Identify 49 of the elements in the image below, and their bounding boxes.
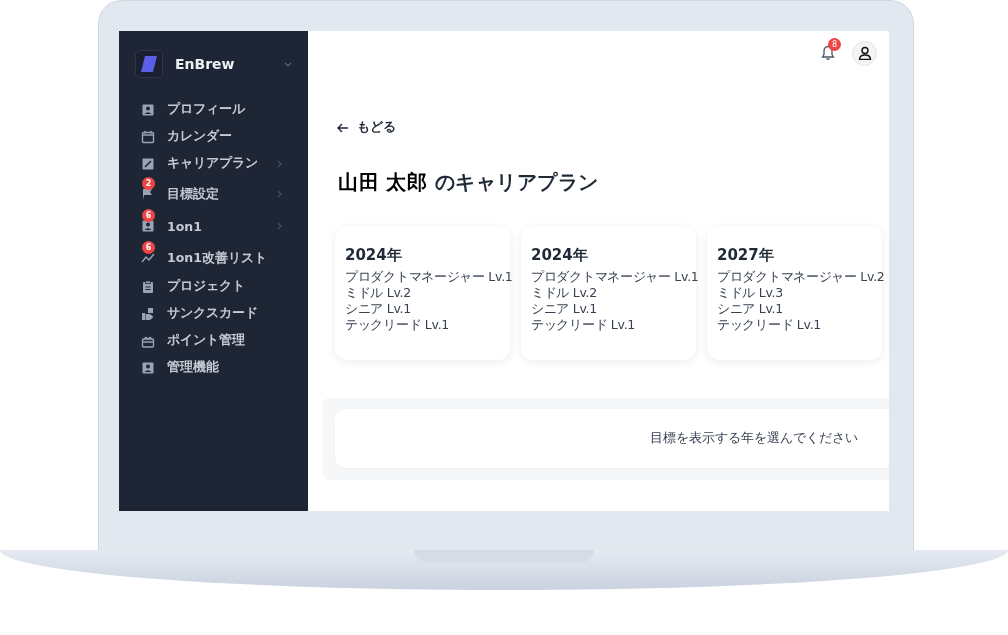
sidebar-item[interactable]: 6 1on1改善リスト (135, 241, 300, 273)
role-level: シニア Lv.1 (345, 300, 412, 317)
user-avatar[interactable] (852, 40, 877, 66)
role-level: プロダクトマネージャー Lv.1 (531, 268, 696, 285)
calendar-icon (141, 129, 155, 144)
hand-icon (141, 306, 155, 321)
role-level: プロダクトマネージャー Lv.1 (345, 268, 510, 285)
pencil-icon (141, 156, 155, 171)
caret-icon[interactable] (284, 61, 292, 67)
count-badge: 2 (142, 177, 155, 190)
plan-card[interactable]: 2024年 プロダクトマネージャー Lv.1 ミドル Lv.2 シニア Lv.1 テックリード Lv.1 (335, 225, 510, 360)
profile-icon (141, 360, 155, 375)
clipboard-icon (141, 279, 155, 294)
profile-icon (141, 219, 155, 233)
sidebar-item[interactable]: サンクスカード (135, 300, 300, 327)
sidebar-item[interactable]: プロフィール (135, 96, 300, 123)
role-level: シニア Lv.1 (717, 300, 784, 317)
back-arrow-icon (337, 122, 349, 133)
role-level: テックリード Lv.1 (531, 316, 636, 333)
plan-card[interactable]: 2024年 プロダクトマネージャー Lv.1 ミドル Lv.2 シニア Lv.1 テックリード Lv.1 (521, 225, 696, 360)
trend-icon (141, 251, 155, 265)
role-level: シニア Lv.1 (531, 300, 598, 317)
empty-message: 目標を表示する年を選んでください (650, 429, 858, 447)
brand-name: EnBrew (175, 56, 236, 72)
count-badge: 6 (142, 241, 155, 254)
sidebar-item[interactable]: ポイント管理 (135, 327, 300, 354)
sidebar-item[interactable]: キャリアプラン (135, 150, 300, 177)
plan-year: 2027年 (717, 245, 775, 265)
notification-badge: 8 (828, 38, 841, 51)
bell-icon[interactable] (821, 45, 835, 61)
logo-icon (135, 50, 163, 78)
sidebar-item[interactable]: プロジェクト (135, 273, 300, 300)
plan-year: 2024年 (531, 245, 589, 265)
back-link[interactable]: もどる (337, 119, 396, 136)
page-title: 山田 太郎 のキャリアプラン (338, 168, 600, 196)
plan-card[interactable]: 2027年 プロダクトマネージャー Lv.2 ミドル Lv.3 シニア Lv.1 テックリード Lv.1 (707, 225, 882, 360)
sidebar-item[interactable]: 管理機能 (135, 354, 300, 381)
role-level: テックリード Lv.1 (345, 316, 450, 333)
role-level: ミドル Lv.2 (345, 284, 412, 301)
count-badge: 6 (142, 209, 155, 222)
plan-year: 2024年 (345, 245, 403, 265)
sidebar-item[interactable]: カレンダー (135, 123, 300, 150)
role-level: テックリード Lv.1 (717, 316, 822, 333)
role-level: ミドル Lv.2 (531, 284, 598, 301)
sidebar-item[interactable]: 6 1on1 (135, 209, 300, 241)
sidebar-item[interactable]: 2 目標設定 (135, 177, 300, 209)
role-level: ミドル Lv.3 (717, 284, 784, 301)
profile-icon (141, 102, 155, 117)
role-level: プロダクトマネージャー Lv.2 (717, 268, 882, 285)
